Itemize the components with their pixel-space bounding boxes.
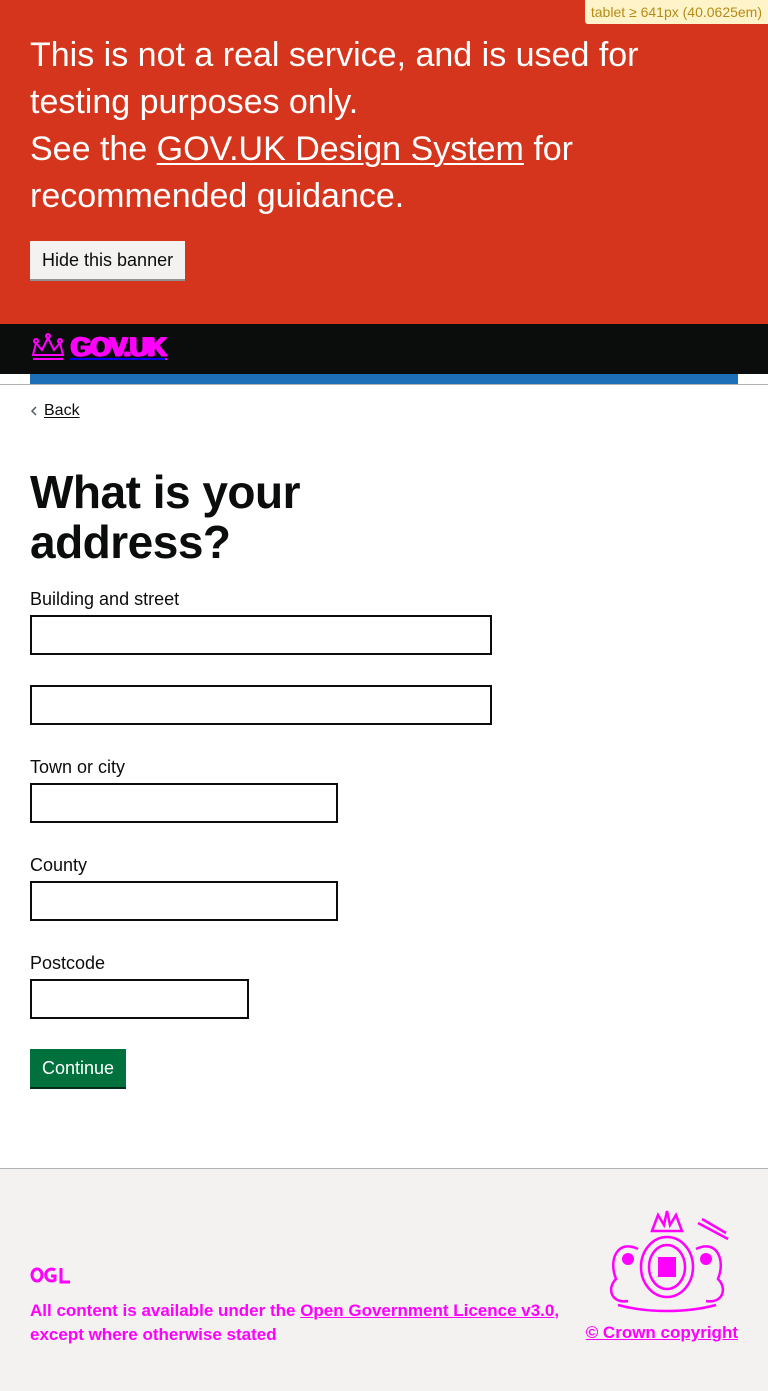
town-label: Town or city bbox=[30, 757, 126, 777]
continue-button[interactable]: Continue bbox=[30, 1049, 127, 1087]
govuk-header: GOV.UK bbox=[0, 324, 768, 374]
county-label: County bbox=[30, 855, 88, 875]
building-street-group: Building and street bbox=[30, 587, 738, 725]
banner-line-1: This is not a real service, and is used … bbox=[30, 36, 639, 121]
breakpoint-badge: tablet ≥ 641px (40.0625em) bbox=[584, 0, 768, 24]
chevron-left-icon bbox=[30, 406, 37, 416]
town-group: Town or city bbox=[30, 755, 738, 823]
building-street-input-line2[interactable] bbox=[30, 685, 492, 725]
back-link-label: Back bbox=[44, 402, 80, 419]
hide-banner-button[interactable]: Hide this banner bbox=[30, 241, 186, 279]
postcode-group: Postcode bbox=[30, 951, 738, 1019]
ogl-logo-icon: OGL bbox=[30, 1267, 70, 1284]
govuk-logo-link[interactable]: GOV.UK bbox=[30, 332, 167, 363]
building-street-label: Building and street bbox=[30, 589, 180, 609]
banner-line-2-before: See the bbox=[30, 130, 157, 168]
header-blue-bar bbox=[30, 374, 738, 384]
govuk-logo-text: GOV.UK bbox=[69, 332, 167, 363]
crown-copyright-link[interactable]: © Crown copyright bbox=[586, 1323, 738, 1343]
page-title: What is your address? bbox=[30, 466, 301, 568]
phase-banner: This is not a real service, and is used … bbox=[0, 0, 768, 324]
postcode-label: Postcode bbox=[30, 953, 106, 973]
town-input[interactable] bbox=[30, 783, 338, 823]
royal-crest-icon bbox=[609, 1210, 729, 1313]
main-content: Back What is your address? Building and … bbox=[0, 385, 768, 1087]
govuk-footer: OGL All content is available under the O… bbox=[0, 1168, 768, 1391]
county-group: County bbox=[30, 853, 738, 921]
open-government-licence-link[interactable]: Open Government Licence v3.0 bbox=[300, 1301, 554, 1320]
crown-icon bbox=[31, 332, 65, 360]
postcode-input[interactable] bbox=[30, 979, 249, 1019]
design-system-link[interactable]: GOV.UK Design System bbox=[157, 130, 524, 168]
building-street-input-line1[interactable] bbox=[30, 615, 492, 655]
back-link[interactable]: Back bbox=[30, 402, 80, 420]
county-input[interactable] bbox=[30, 881, 338, 921]
licence-text: All content is available under the Open … bbox=[30, 1299, 580, 1347]
licence-before: All content is available under the bbox=[30, 1301, 301, 1320]
banner-message: This is not a real service, and is used … bbox=[30, 32, 730, 220]
